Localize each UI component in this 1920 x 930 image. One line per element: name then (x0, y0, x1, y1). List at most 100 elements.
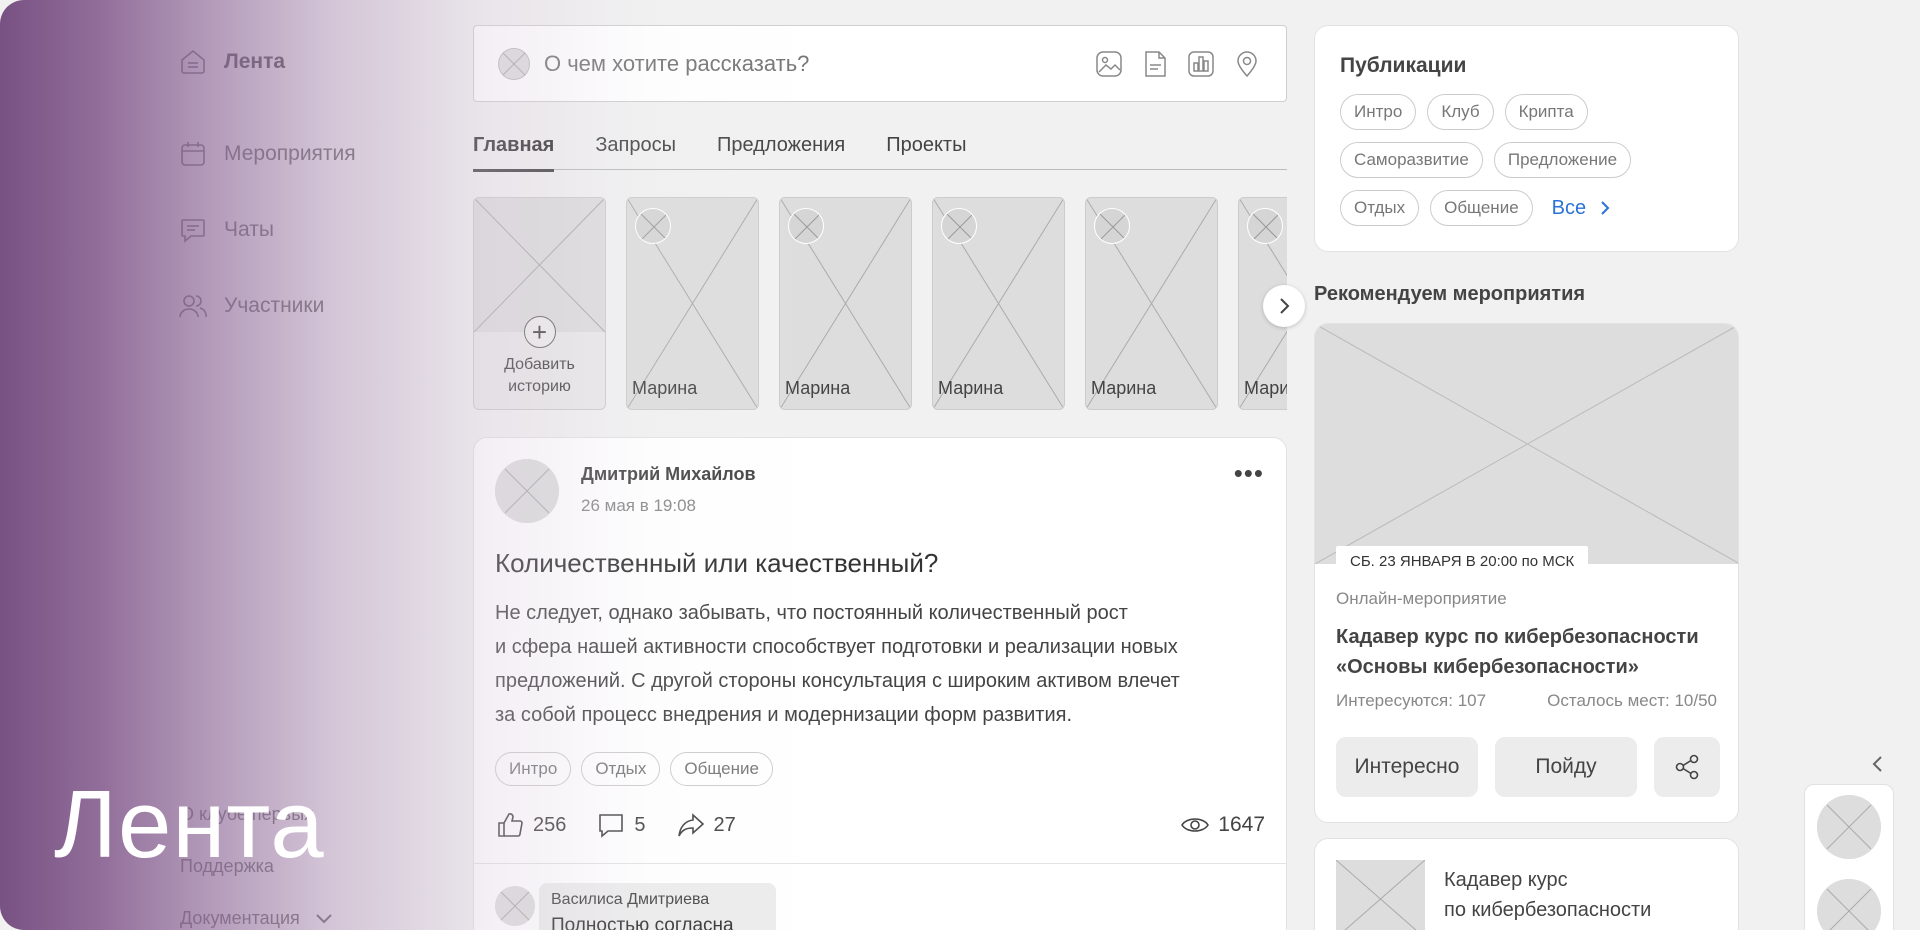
chevron-right-icon (1601, 201, 1610, 215)
post-date: 26 мая в 19:08 (581, 496, 696, 515)
user-avatar (498, 47, 530, 80)
topic-chip[interactable]: Интро (1340, 94, 1417, 130)
chat-icon (178, 215, 208, 245)
home-icon (178, 47, 208, 77)
chevron-down-icon (314, 908, 334, 928)
more-options-icon[interactable]: ••• (1234, 460, 1264, 486)
chevron-left-icon (1872, 756, 1882, 772)
story-card[interactable]: Марина (1085, 197, 1218, 410)
sidebar-item-label: Чаты (224, 218, 274, 241)
comment-author[interactable]: Василиса Дмитриева (551, 891, 764, 909)
sidebar-item-events[interactable]: Мероприятия (178, 116, 478, 192)
story-avatar (788, 208, 824, 244)
event-compact-title-line1: Кадавер курс (1444, 869, 1568, 891)
divider (474, 863, 1286, 864)
interested-button[interactable]: Интересно (1336, 737, 1478, 797)
image-icon[interactable] (1094, 49, 1124, 79)
feed-post: Дмитрий Михайлов 26 мая в 19:08 ••• Коли… (473, 437, 1287, 930)
event-name[interactable]: Кадавер курс по кибербезопасности «Основ… (1336, 622, 1726, 682)
story-author: Марина (938, 378, 1004, 398)
topic-chip[interactable]: Общение (1430, 190, 1533, 226)
sidebar-item-feed[interactable]: Лента (178, 40, 478, 84)
poll-icon[interactable] (1186, 49, 1216, 79)
event-image[interactable] (1315, 324, 1738, 565)
contacts-panel (1804, 784, 1894, 930)
eye-icon (1181, 818, 1210, 832)
calendar-icon (178, 139, 208, 169)
event-thumbnail (1335, 859, 1426, 930)
sidebar-item-members[interactable]: Участники (178, 268, 478, 344)
add-story-label-line2: историю (508, 378, 571, 395)
publications-chips: Интро Клуб Крипта Саморазвитие Предложен… (1340, 94, 1720, 226)
hero-title: Лента (54, 771, 325, 878)
post-tag[interactable]: Интро (495, 752, 572, 786)
collapse-panel-button[interactable] (1866, 752, 1890, 776)
like-button[interactable]: 256 (495, 810, 566, 840)
add-story-label-line1: Добавить (504, 356, 575, 373)
event-buttons: Интересно Пойду (1336, 737, 1720, 797)
stories-next-button[interactable] (1263, 285, 1305, 327)
share-icon (1675, 754, 1699, 780)
topic-chip[interactable]: Предложение (1493, 142, 1632, 178)
attend-button[interactable]: Пойду (1495, 737, 1637, 797)
post-title: Количественный или качественный? (495, 548, 939, 578)
topic-chip[interactable]: Саморазвитие (1340, 142, 1483, 178)
views-counter: 1647 (1180, 810, 1265, 840)
tab-projects[interactable]: Проекты (886, 128, 966, 170)
event-name-line1: Кадавер курс по кибербезопасности (1336, 626, 1699, 648)
comment-button[interactable]: 5 (596, 810, 646, 840)
topic-chip[interactable]: Крипта (1504, 94, 1588, 130)
sidebar-item-label: Лента (224, 50, 286, 73)
add-story-label: Добавить историю (474, 354, 605, 398)
event-compact-title: Кадавер курс по кибербезопасности (1444, 865, 1704, 925)
post-tag[interactable]: Отдых (581, 752, 661, 786)
share-button[interactable]: 27 (676, 810, 736, 840)
tab-requests[interactable]: Запросы (595, 128, 676, 170)
sidebar: Лента Мероприятия Чаты Участники (178, 40, 478, 344)
comment-icon (599, 814, 624, 838)
post-tag[interactable]: Общение (670, 752, 773, 786)
tab-main[interactable]: Главная (473, 128, 555, 172)
comment-text: Полностью согласна (551, 915, 734, 930)
post-input[interactable] (544, 50, 1094, 77)
location-icon[interactable] (1232, 49, 1262, 79)
post-author-name[interactable]: Дмитрий Михайлов (581, 464, 756, 485)
add-story-card[interactable]: + Добавить историю (473, 197, 606, 410)
event-card-compact[interactable]: Кадавер курс по кибербезопасности (1314, 838, 1739, 930)
event-meta: Интересуются: 107 Осталось мест: 10/50 (1336, 691, 1717, 711)
share-event-button[interactable] (1654, 737, 1720, 797)
story-avatar (1094, 208, 1130, 244)
sidebar-item-label: Участники (224, 294, 325, 317)
topic-chip[interactable]: Клуб (1427, 94, 1494, 130)
recommended-events-title: Рекомендуем мероприятия (1314, 283, 1586, 305)
documentation-label: Документация (180, 907, 300, 928)
post-actions: 256 5 27 1647 (495, 810, 1265, 840)
stories-strip: + Добавить историю Марина Марина Марина … (473, 197, 1287, 410)
story-author: Марина (1244, 378, 1287, 398)
story-avatar (941, 208, 977, 244)
sidebar-item-chats[interactable]: Чаты (178, 192, 478, 268)
contact-avatar[interactable] (1817, 795, 1881, 859)
sidebar-item-label: Мероприятия (224, 142, 356, 165)
share-count: 27 (713, 813, 736, 836)
comment-bubble: Василиса Дмитриева Полностью согласна (539, 883, 776, 930)
all-topics-link[interactable]: Все (1544, 190, 1614, 226)
users-icon (178, 291, 208, 321)
topic-chip[interactable]: Отдых (1340, 190, 1420, 226)
story-card[interactable]: Марина (932, 197, 1065, 410)
composer-tools (1094, 49, 1262, 79)
comment-count: 5 (634, 813, 646, 836)
story-card[interactable]: Марина (626, 197, 759, 410)
post-author-avatar[interactable] (495, 459, 559, 523)
event-card: СБ. 23 ЯНВАРЯ В 20:00 по МСК Онлайн-меро… (1314, 323, 1739, 823)
story-card[interactable]: Марина (779, 197, 912, 410)
app-window: Лента Мероприятия Чаты Участники О клубе… (0, 0, 1920, 930)
document-icon[interactable] (1140, 49, 1170, 79)
event-type: Онлайн-мероприятие (1336, 589, 1507, 608)
post-body-line: предложений. С другой стороны консультац… (495, 670, 1180, 692)
tab-offers[interactable]: Предложения (717, 128, 845, 170)
contact-avatar[interactable] (1817, 879, 1881, 930)
documentation-link[interactable]: Документация (180, 892, 334, 930)
comment-author-avatar[interactable] (495, 886, 535, 926)
chevron-right-icon (1280, 298, 1290, 314)
